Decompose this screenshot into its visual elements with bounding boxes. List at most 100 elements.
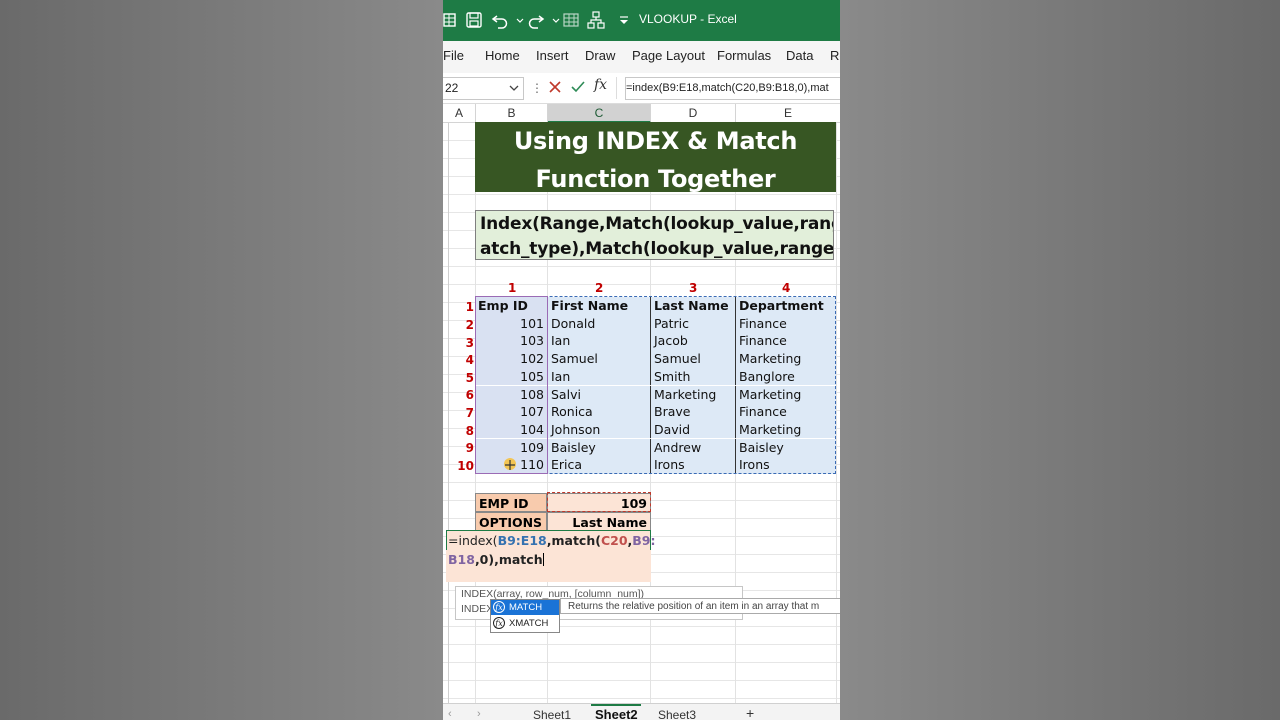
header-emp-id[interactable]: Emp ID: [475, 297, 547, 315]
cell-emp-id[interactable]: 109: [475, 438, 547, 457]
autocomplete-item-match[interactable]: fx MATCH: [491, 600, 559, 615]
name-box[interactable]: 22: [443, 77, 524, 100]
column-header-a[interactable]: A: [443, 104, 476, 123]
tab-insert[interactable]: Insert: [536, 48, 569, 63]
enter-check-icon[interactable]: [570, 79, 586, 95]
emp-id-label[interactable]: EMP ID: [475, 493, 547, 512]
chevron-left-icon[interactable]: ‹: [448, 708, 452, 720]
window-title: VLOOKUP - Excel: [639, 12, 737, 26]
tab-draw[interactable]: Draw: [585, 48, 615, 63]
cell-first-name[interactable]: Salvi: [547, 385, 650, 404]
tab-data[interactable]: Data: [786, 48, 813, 63]
cell-department[interactable]: Finance: [735, 332, 836, 350]
customize-toolbar-icon[interactable]: [615, 11, 628, 29]
column-header-b[interactable]: B: [476, 104, 548, 123]
tab-formulas[interactable]: Formulas: [717, 48, 771, 63]
cell-department[interactable]: Irons: [735, 456, 836, 474]
grid-icon[interactable]: [443, 11, 461, 29]
cell-department[interactable]: Marketing: [735, 350, 836, 368]
cell-emp-id[interactable]: 107: [475, 403, 547, 421]
cell-last-name[interactable]: Patric: [650, 314, 735, 333]
cell-last-name[interactable]: Jacob: [650, 332, 735, 350]
cell-emp-id[interactable]: 101: [475, 314, 547, 333]
cell-last-name[interactable]: Samuel: [650, 350, 735, 368]
undo-icon[interactable]: [491, 11, 509, 29]
autocomplete-description: Returns the relative position of an item…: [560, 598, 840, 614]
chevron-down-icon[interactable]: [509, 81, 519, 93]
cell-department[interactable]: Finance: [735, 314, 836, 333]
cell-first-name[interactable]: Donald: [547, 314, 650, 333]
cell-first-name[interactable]: Samuel: [547, 350, 650, 368]
cell-last-name[interactable]: Smith: [650, 367, 735, 386]
tab-file[interactable]: File: [443, 48, 464, 63]
row-index-9: 9: [465, 441, 474, 455]
column-header-e[interactable]: E: [736, 104, 840, 123]
cell-emp-id[interactable]: 102: [475, 350, 547, 368]
cell-last-name[interactable]: Andrew: [650, 438, 735, 457]
cell-department[interactable]: Finance: [735, 403, 836, 421]
cell-first-name[interactable]: Erica: [547, 456, 650, 474]
cell-emp-id[interactable]: 108: [475, 385, 547, 404]
cell-first-name[interactable]: Baisley: [547, 438, 650, 457]
syntax-line-2: atch_type),Match(lookup_value,range,mat: [480, 239, 834, 259]
tab-home[interactable]: Home: [485, 48, 520, 63]
function-icon: fx: [493, 617, 505, 629]
cell-last-name[interactable]: David: [650, 420, 735, 439]
edit-formula-line-1: =index(B9:E18,match(C20,B9:: [448, 533, 656, 548]
cell-last-name[interactable]: Irons: [650, 456, 735, 474]
cell-department[interactable]: Marketing: [735, 385, 836, 404]
syntax-box: Index(Range,Match(lookup_value,range,m a…: [475, 210, 834, 260]
column-header-c[interactable]: C: [548, 104, 651, 123]
ribbon-tabs: File Home Insert Draw Page Layout Formul…: [443, 41, 840, 73]
redo-icon[interactable]: [527, 11, 545, 29]
cell-first-name[interactable]: Johnson: [547, 420, 650, 439]
table-row: 107 Ronica Brave Finance: [475, 403, 836, 421]
cell-first-name[interactable]: Ian: [547, 332, 650, 350]
cell-department[interactable]: Baisley: [735, 438, 836, 457]
edit-formula-line-2: B18,0),match: [448, 552, 544, 567]
sheet-tab-sheet3[interactable]: Sheet3: [658, 708, 696, 720]
save-icon[interactable]: [465, 11, 483, 29]
formula-text: =index(B9:E18,match(C20,B9:B18,0),mat: [626, 82, 829, 94]
tab-review[interactable]: Re: [830, 48, 840, 63]
sheet-tab-sheet2[interactable]: Sheet2: [595, 707, 638, 720]
chevron-right-icon[interactable]: ›: [477, 708, 481, 720]
sheet-title: Using INDEX & Match Function Together: [475, 122, 836, 193]
autocomplete-item-xmatch[interactable]: fx XMATCH: [491, 616, 559, 631]
table-row: 105 Ian Smith Banglore: [475, 367, 836, 386]
options-label[interactable]: OPTIONS: [475, 512, 547, 531]
cell-emp-id[interactable]: 105: [475, 367, 547, 386]
cell-first-name[interactable]: Ronica: [547, 403, 650, 421]
more-options-icon[interactable]: ⋮: [531, 81, 543, 95]
cell-department[interactable]: Banglore: [735, 367, 836, 386]
cell-last-name[interactable]: Marketing: [650, 385, 735, 404]
formula-bar: 22 ⋮ fx =index(B9:E18,match(C20,B9:B18,0…: [443, 73, 840, 104]
header-last-name[interactable]: Last Name: [650, 297, 735, 315]
sheet-title-line-1: Using INDEX & Match: [513, 127, 798, 155]
row-index-5: 5: [465, 371, 474, 385]
hierarchy-icon[interactable]: [587, 11, 605, 29]
cell-department[interactable]: Marketing: [735, 420, 836, 439]
cell-last-name[interactable]: Brave: [650, 403, 735, 421]
tab-page-layout[interactable]: Page Layout: [632, 48, 705, 63]
cell-first-name[interactable]: Ian: [547, 367, 650, 386]
column-header-d[interactable]: D: [651, 104, 736, 123]
row-index-2: 2: [465, 318, 474, 332]
insert-function-icon[interactable]: fx: [594, 77, 607, 93]
header-first-name[interactable]: First Name: [547, 297, 650, 315]
row-index-6: 6: [465, 388, 474, 402]
sheet-tab-sheet1[interactable]: Sheet1: [533, 708, 571, 720]
sheet-title-line-2: Function Together: [535, 165, 776, 193]
table-format-icon[interactable]: [562, 11, 580, 29]
add-sheet-button[interactable]: +: [746, 705, 754, 720]
column-index-2: 2: [595, 281, 604, 295]
cancel-icon[interactable]: [547, 79, 563, 95]
cell-emp-id[interactable]: 103: [475, 332, 547, 350]
header-department[interactable]: Department: [735, 297, 836, 315]
redo-dropdown-icon[interactable]: [547, 11, 560, 29]
options-value[interactable]: Last Name: [547, 512, 651, 531]
formula-input[interactable]: =index(B9:E18,match(C20,B9:B18,0),mat: [625, 77, 840, 100]
undo-dropdown-icon[interactable]: [511, 11, 524, 29]
row-index-7: 7: [465, 406, 474, 420]
cell-emp-id[interactable]: 104: [475, 420, 547, 439]
